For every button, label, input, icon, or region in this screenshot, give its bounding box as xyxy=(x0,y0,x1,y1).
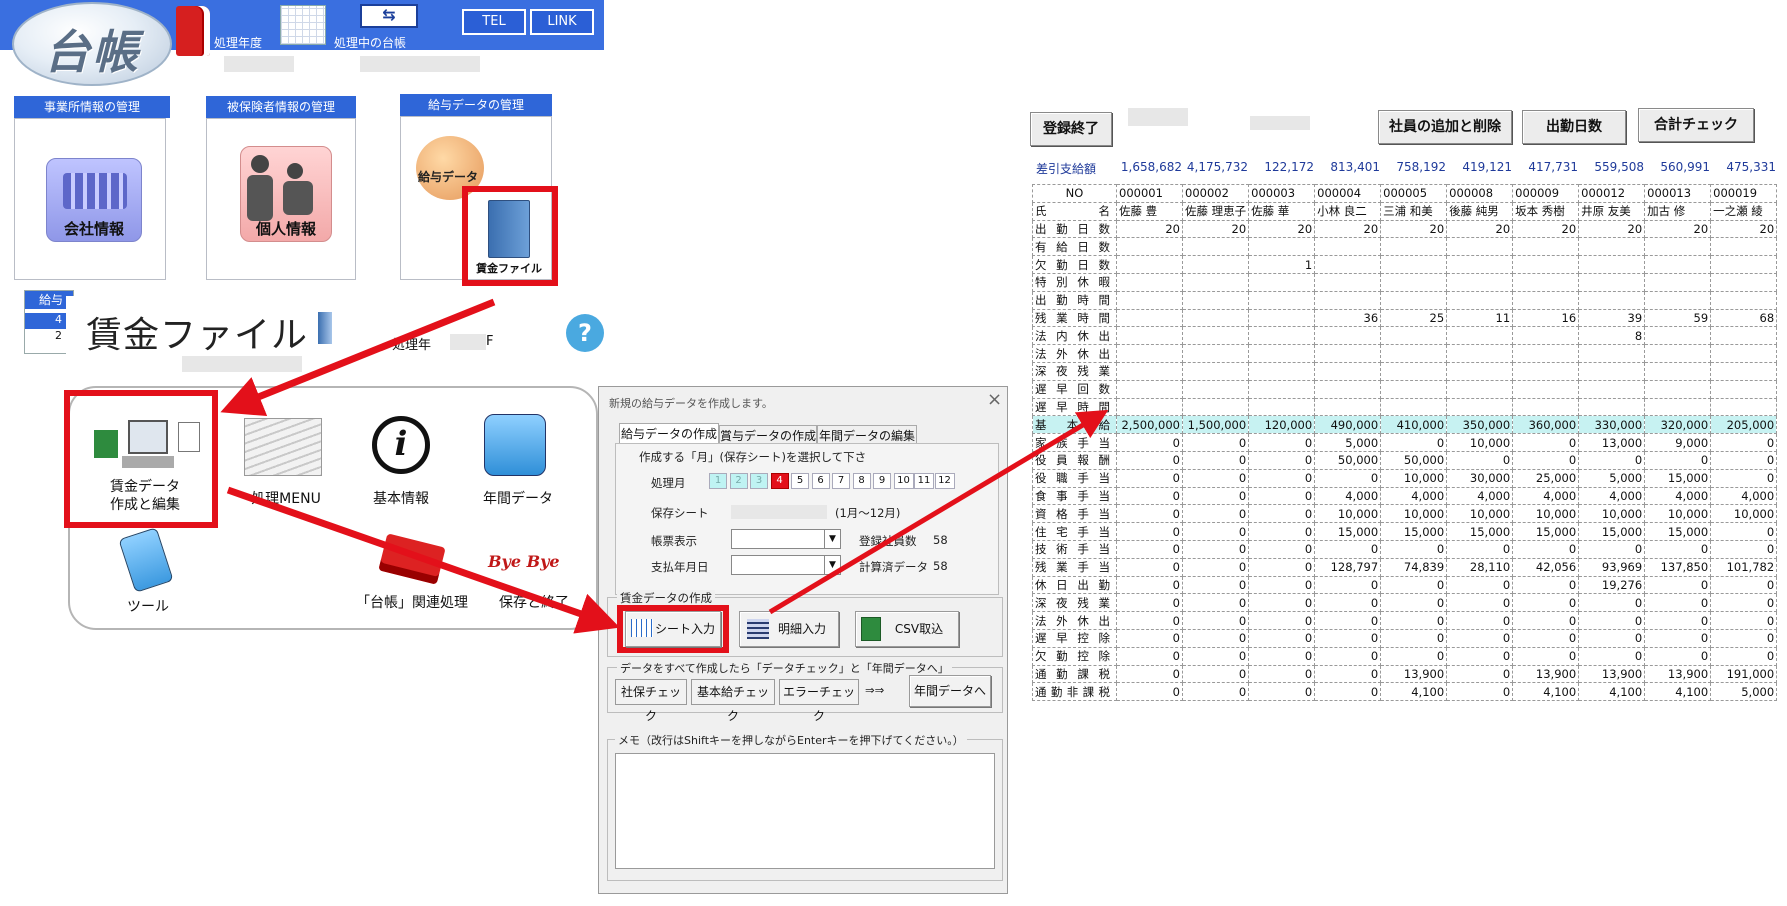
annotation-arrows xyxy=(220,298,1109,634)
arrow-to-dialog xyxy=(226,486,620,634)
arrow-to-menu xyxy=(220,298,496,417)
arrow-to-sheet xyxy=(768,409,1109,615)
